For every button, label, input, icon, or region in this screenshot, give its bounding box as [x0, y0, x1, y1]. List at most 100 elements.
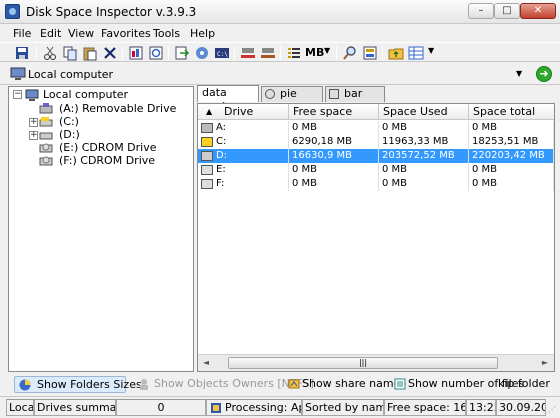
table-row[interactable]: F: 0 MB 0 MB 0 MB — [198, 177, 554, 191]
scan-icon[interactable] — [194, 45, 210, 61]
svg-text:C:\: C:\ — [217, 51, 228, 58]
menu-view[interactable]: View — [68, 27, 94, 40]
close-button[interactable]: ✕ — [520, 3, 556, 19]
table-row[interactable]: C: 6290,18 MB 11963,33 MB 18253,51 MB — [198, 135, 554, 149]
view-list-icon[interactable] — [286, 45, 302, 61]
minimize-button[interactable]: – — [468, 3, 494, 19]
tree-item-d[interactable]: (D:) — [59, 128, 80, 142]
computer-icon — [10, 67, 26, 80]
menu-edit[interactable]: Edit — [40, 27, 61, 40]
toolbar-separator — [280, 46, 281, 60]
toolbar-separator — [168, 46, 169, 60]
table-row[interactable]: A: 0 MB 0 MB 0 MB — [198, 121, 554, 135]
floppy-drive-icon — [39, 103, 53, 114]
window-title: Disk Space Inspector v.3.9.3 — [26, 5, 197, 19]
drive-icon — [201, 137, 213, 147]
tab-data-explorer[interactable]: data explorer — [197, 85, 259, 113]
chevron-down-icon[interactable]: ▼ — [516, 69, 522, 78]
tab-bar-chart[interactable]: bar chart — [325, 86, 385, 114]
drives-table[interactable]: ▲ Drive Free space Space Used Space total… — [197, 103, 555, 372]
chevron-down-icon[interactable]: ▼ — [428, 46, 434, 55]
menu-bar: File Edit View Favorites Tools Help — [0, 24, 560, 42]
network2-icon[interactable] — [260, 45, 276, 61]
address-input[interactable]: Local computer — [28, 68, 113, 81]
units-dropdown[interactable]: MB — [305, 46, 324, 59]
toolbar-separator — [122, 46, 123, 60]
status-loca: Loca — [6, 399, 34, 416]
processing-icon — [211, 403, 221, 413]
space-used-cell: 0 MB — [379, 121, 469, 135]
folder-up-icon[interactable] — [388, 45, 404, 61]
drive-icon — [201, 179, 213, 189]
expand-icon[interactable]: + — [29, 131, 38, 140]
toolbar-separator — [382, 46, 383, 60]
menu-favorites[interactable]: Favorites — [101, 27, 151, 40]
sort-ascending-icon: ▲ — [206, 107, 213, 116]
horizontal-scrollbar[interactable]: ◄ ||| ► — [198, 354, 554, 371]
owners-icon — [140, 379, 148, 390]
export-icon[interactable] — [174, 45, 190, 61]
collapse-icon[interactable]: − — [13, 90, 22, 99]
column-header-free-space[interactable]: Free space — [289, 104, 379, 120]
folder-tree[interactable]: − Local computer (A:) Removable Drive + … — [8, 86, 194, 372]
cut-icon[interactable] — [42, 45, 58, 61]
maximize-button[interactable]: □ — [494, 3, 520, 19]
cmd-icon[interactable]: C:\ — [214, 45, 230, 61]
cdrom-drive-icon — [39, 143, 53, 153]
column-header-drive[interactable]: ▲ Drive — [198, 104, 289, 120]
scroll-thumb[interactable]: ||| — [228, 357, 498, 369]
tree-item-e[interactable]: (E:) CDROM Drive — [59, 141, 157, 155]
go-button[interactable]: ➜ — [536, 66, 552, 82]
grid-view-icon[interactable] — [408, 45, 424, 61]
zoom-icon[interactable] — [342, 45, 358, 61]
copy-icon[interactable] — [62, 45, 78, 61]
file-count-icon — [394, 378, 406, 390]
drive-icon — [201, 151, 213, 161]
show-share-names-button[interactable]: Show share names — [286, 376, 406, 393]
menu-file[interactable]: File — [13, 27, 31, 40]
paste-icon[interactable] — [82, 45, 98, 61]
table-row[interactable]: E: 0 MB 0 MB 0 MB — [198, 163, 554, 177]
status-count: 0 — [116, 399, 206, 416]
options-bar: Show Folders Sizes Show Objects Owners [… — [0, 373, 560, 395]
expand-icon[interactable]: + — [29, 118, 38, 127]
show-folder-sizes-button[interactable]: Show Folders Sizes — [14, 376, 142, 393]
tree-item-f[interactable]: (F:) CDROM Drive — [59, 154, 155, 168]
chevron-down-icon[interactable]: ▼ — [324, 46, 330, 55]
space-used-cell: 203572,52 MB — [379, 149, 469, 163]
tree-item-a[interactable]: (A:) Removable Drive — [59, 102, 176, 116]
delete-icon[interactable] — [102, 45, 118, 61]
refresh-icon[interactable] — [148, 45, 164, 61]
report-icon[interactable] — [128, 45, 144, 61]
show-owners-button[interactable]: Show Objects Owners [NTFS] — [136, 376, 314, 393]
app-icon — [5, 4, 20, 19]
column-header-space-used[interactable]: Space Used — [379, 104, 469, 120]
resize-grip-icon[interactable]: ⋰ — [548, 405, 558, 415]
cdrom-drive-icon — [39, 156, 53, 166]
skip-folder-button[interactable]: kip folder — [496, 376, 556, 393]
scroll-right-icon[interactable]: ► — [540, 358, 550, 368]
show-number-of-files-button[interactable]: Show number of files — [392, 376, 524, 393]
status-drives-summary: Drives summary — [34, 399, 116, 416]
title-bar[interactable]: Disk Space Inspector v.3.9.3 – □ ✕ — [0, 0, 560, 24]
computer-icon — [25, 89, 39, 101]
space-used-cell: 0 MB — [379, 163, 469, 177]
space-total-cell: 220203,42 MB — [469, 149, 554, 163]
drive-icon — [201, 123, 213, 133]
menu-tools[interactable]: Tools — [153, 27, 180, 40]
space-total-cell: 18253,51 MB — [469, 135, 554, 149]
tree-item-c[interactable]: (C:) — [59, 115, 79, 129]
tab-pie-chart[interactable]: pie chart — [261, 86, 323, 114]
network-icon[interactable] — [240, 45, 256, 61]
scroll-left-icon[interactable]: ◄ — [201, 358, 211, 368]
menu-help[interactable]: Help — [190, 27, 215, 40]
toolbar-separator — [336, 46, 337, 60]
options-icon[interactable] — [362, 45, 378, 61]
table-row[interactable]: D: 16630,9 MB 203572,52 MB 220203,42 MB — [198, 149, 554, 163]
tree-root-local-computer[interactable]: Local computer — [43, 88, 128, 102]
save-icon[interactable] — [14, 45, 30, 61]
bar-chart-icon — [329, 89, 339, 99]
column-header-space-total[interactable]: Space total — [469, 104, 554, 120]
hard-drive-icon — [39, 132, 53, 140]
free-space-cell: 0 MB — [289, 121, 379, 135]
